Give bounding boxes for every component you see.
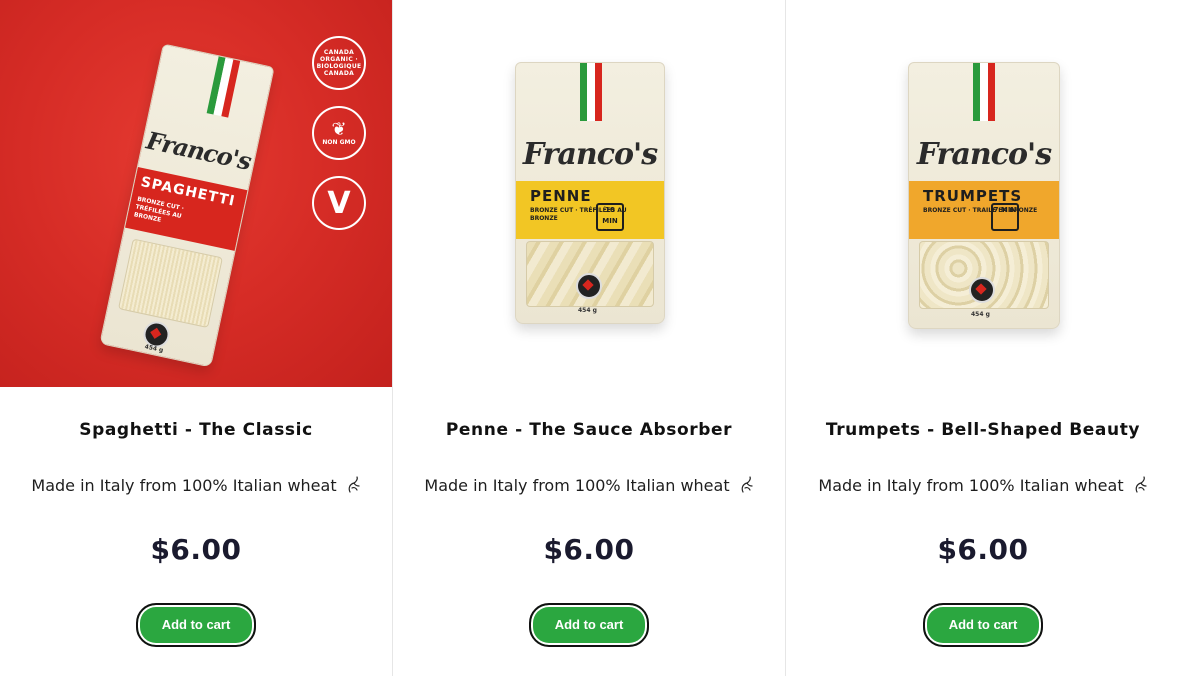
add-to-cart-button[interactable]: Add to cart — [136, 603, 256, 647]
add-to-cart-button[interactable]: Add to cart — [923, 603, 1043, 647]
wheat-hand-icon — [1135, 476, 1147, 493]
bag-cut: BRONZE CUT · TRÉFILÉES AU BRONZE — [530, 207, 627, 222]
canada-organic-badge: CANADA ORGANIC · BIOLOGIQUE CANADA — [312, 36, 366, 90]
bag-minutes: 7 MIN — [991, 203, 1019, 231]
trumpets-bag: Franco's TRUMPETS BRONZE CUT · TRAILE EN… — [908, 62, 1060, 329]
product-grid: Franco's SPAGHETTI BRONZE CUT · TRÉFILÉE… — [0, 0, 1180, 676]
bag-cut: BRONZE CUT · TRAILE EN BRONZE — [923, 207, 1038, 214]
spaghetti-bag: Franco's SPAGHETTI BRONZE CUT · TRÉFILÉE… — [99, 43, 275, 368]
product-origin: Made in Italy from 100% Italian wheat — [0, 474, 392, 496]
product-origin: Made in Italy from 100% Italian wheat — [786, 474, 1180, 496]
product-title[interactable]: Penne - The Sauce Absorber — [393, 420, 785, 442]
product-card-penne: Franco's PENNE BRONZE CUT · TRÉFILÉES AU… — [393, 0, 786, 676]
bag-brand: Franco's — [916, 137, 1052, 172]
origin-text: Made in Italy from 100% Italian wheat — [818, 475, 1124, 495]
bag-weight: 454 g — [578, 307, 597, 314]
product-image-penne[interactable]: Franco's PENNE BRONZE CUT · TRÉFILÉES AU… — [393, 0, 785, 387]
product-origin: Made in Italy from 100% Italian wheat — [393, 474, 785, 496]
product-price: $6.00 — [543, 533, 635, 566]
product-info: Penne - The Sauce Absorber Made in Italy… — [393, 420, 785, 647]
product-info: Spaghetti - The Classic Made in Italy fr… — [0, 420, 392, 647]
leaf-icon: ❦ — [331, 118, 347, 140]
bag-minutes: 10 MIN — [596, 203, 624, 231]
non-gmo-badge: ❦ NON GMO — [312, 106, 366, 160]
origin-text: Made in Italy from 100% Italian wheat — [31, 475, 337, 495]
product-info: Trumpets - Bell-Shaped Beauty Made in It… — [786, 420, 1180, 647]
product-card-trumpets: Franco's TRUMPETS BRONZE CUT · TRAILE EN… — [786, 0, 1180, 676]
add-to-cart-button[interactable]: Add to cart — [529, 603, 649, 647]
bag-brand: Franco's — [522, 137, 658, 172]
vegan-badge: V — [312, 176, 366, 230]
product-price: $6.00 — [150, 533, 242, 566]
wheat-hand-icon — [348, 476, 360, 493]
product-image-spaghetti[interactable]: Franco's SPAGHETTI BRONZE CUT · TRÉFILÉE… — [0, 0, 392, 387]
product-title[interactable]: Trumpets - Bell-Shaped Beauty — [786, 420, 1180, 442]
product-price: $6.00 — [937, 533, 1029, 566]
bag-weight: 454 g — [971, 311, 990, 318]
wheat-hand-icon — [741, 476, 753, 493]
product-card-spaghetti: Franco's SPAGHETTI BRONZE CUT · TRÉFILÉE… — [0, 0, 393, 676]
bag-brand: Franco's — [143, 125, 254, 176]
penne-bag: Franco's PENNE BRONZE CUT · TRÉFILÉES AU… — [515, 62, 665, 324]
origin-text: Made in Italy from 100% Italian wheat — [424, 475, 730, 495]
product-image-trumpets[interactable]: Franco's TRUMPETS BRONZE CUT · TRAILE EN… — [786, 0, 1180, 387]
bag-label: PENNE — [530, 187, 592, 205]
product-title[interactable]: Spaghetti - The Classic — [0, 420, 392, 442]
